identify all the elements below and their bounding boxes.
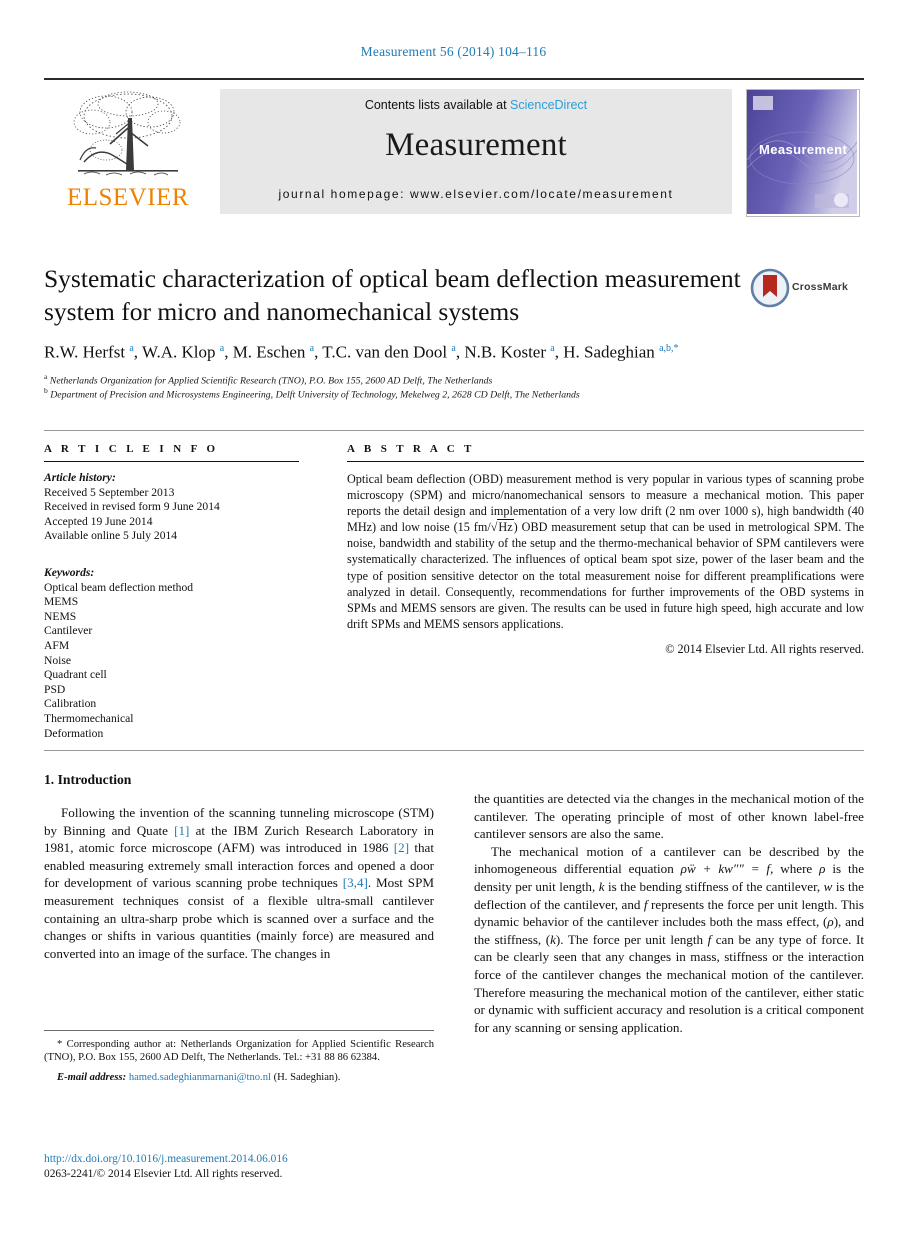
citation-ref-3[interactable]: [3,4] xyxy=(343,875,368,890)
author-list: R.W. Herfst a, W.A. Klop a, M. Eschen a,… xyxy=(44,342,679,362)
sciencedirect-link[interactable]: ScienceDirect xyxy=(510,98,587,112)
article-history-block: Article history: Received 5 September 20… xyxy=(44,471,299,544)
journal-cover-image: Measurement xyxy=(747,90,858,214)
elsevier-tree-icon xyxy=(73,91,181,176)
citation-ref-1[interactable]: [1] xyxy=(174,823,189,838)
crossmark-badge[interactable]: CrossMark xyxy=(750,268,868,308)
history-item: Accepted 19 June 2014 xyxy=(44,514,153,528)
keywords-block: Keywords: Optical beam deflection method… xyxy=(44,566,299,741)
citation-ref-2[interactable]: [2] xyxy=(394,840,409,855)
journal-homepage-link[interactable]: journal homepage: www.elsevier.com/locat… xyxy=(220,187,732,201)
crossmark-label: CrossMark xyxy=(792,281,849,293)
keyword-item: MEMS xyxy=(44,595,79,609)
corresponding-text: Corresponding author at: Netherlands Org… xyxy=(44,1039,434,1064)
abstract-part-2: ) OBD measurement setup that can be used… xyxy=(347,520,864,631)
email-label: E-mail address: xyxy=(57,1071,127,1083)
keyword-item: PSD xyxy=(44,682,66,696)
abstract-text: Optical beam deflection (OBD) measuremen… xyxy=(347,471,864,632)
eq-text-j: can be any type of force. It can be clea… xyxy=(474,931,864,1035)
eq-text-i: ). The force per unit length xyxy=(555,931,708,947)
abstract-rule xyxy=(347,461,864,462)
doi-link[interactable]: http://dx.doi.org/10.1016/j.measurement.… xyxy=(44,1152,434,1167)
corresponding-author-note: * Corresponding author at: Netherlands O… xyxy=(44,1038,434,1065)
crossmark-icon xyxy=(750,268,790,308)
keyword-item: Cantilever xyxy=(44,624,93,638)
history-item: Received 5 September 2013 xyxy=(44,485,175,499)
journal-cover-thumbnail: Measurement xyxy=(746,89,860,217)
keywords-label: Keywords: xyxy=(44,565,95,579)
eq-text-d: is the bending stiffness of the cantilev… xyxy=(604,878,824,894)
abstract-copyright: © 2014 Elsevier Ltd. All rights reserved… xyxy=(665,641,864,656)
history-item: Received in revised form 9 June 2014 xyxy=(44,500,220,514)
cantilever-equation: ρẅ + kw″″ = f xyxy=(680,861,771,877)
history-item: Available online 5 July 2014 xyxy=(44,529,178,543)
article-info-column: A R T I C L E I N F O Article history: R… xyxy=(44,443,299,741)
footnote-block: * Corresponding author at: Netherlands O… xyxy=(44,1030,434,1093)
affiliation-b-text: Department of Precision and Microsystems… xyxy=(50,389,580,401)
article-page: Measurement 56 (2014) 104–116 ELSEVIER C… xyxy=(0,0,907,1238)
info-rule xyxy=(44,461,299,462)
elsevier-wordmark: ELSEVIER xyxy=(66,184,190,211)
journal-title: Measurement xyxy=(385,127,567,163)
svg-text:Measurement: Measurement xyxy=(759,142,847,157)
intro-paragraph-2: the quantities are detected via the chan… xyxy=(474,791,864,842)
issn-copyright: 0263-2241/© 2014 Elsevier Ltd. All right… xyxy=(44,1168,283,1180)
elsevier-logo: ELSEVIER xyxy=(54,88,202,214)
intro-paragraph-3: The mechanical motion of a cantilever ca… xyxy=(474,843,864,1037)
info-abstract-section: A R T I C L E I N F O Article history: R… xyxy=(44,430,864,740)
article-info-heading: A R T I C L E I N F O xyxy=(44,443,219,455)
body-column-right: the quantities are detected via the chan… xyxy=(474,790,864,1036)
eq-text-b: , where xyxy=(770,861,820,877)
article-history-label: Article history: xyxy=(44,471,116,484)
body-column-left: 1. Introduction Following the invention … xyxy=(44,772,434,962)
doi-block: http://dx.doi.org/10.1016/j.measurement.… xyxy=(44,1152,434,1182)
keyword-item: Noise xyxy=(44,653,72,667)
keyword-item: NEMS xyxy=(44,609,77,623)
abstract-heading: A B S T R A C T xyxy=(347,443,475,455)
keyword-item: Quadrant cell xyxy=(44,668,107,682)
keyword-item: Thermomechanical xyxy=(44,711,134,725)
page-title: Systematic characterization of optical b… xyxy=(44,264,741,326)
abstract-column: A B S T R A C T Optical beam deflection … xyxy=(347,443,864,657)
contents-prefix: Contents lists available at xyxy=(364,98,511,112)
body-separator xyxy=(44,750,864,751)
contents-available-line: Contents lists available at ScienceDirec… xyxy=(220,98,732,112)
email-suffix: (H. Sadeghian). xyxy=(270,1071,341,1083)
email-link[interactable]: hamed.sadeghianmarnani@tno.nl xyxy=(129,1072,271,1083)
keyword-item: Optical beam deflection method xyxy=(44,580,194,594)
keyword-item: Deformation xyxy=(44,726,104,740)
email-note: E-mail address: hamed.sadeghianmarnani@t… xyxy=(44,1072,434,1083)
sqrt-icon: √Hz xyxy=(490,519,514,535)
keyword-item: Calibration xyxy=(44,697,97,711)
masthead-banner: Contents lists available at ScienceDirec… xyxy=(220,89,732,214)
sqrt-radicand: Hz xyxy=(497,519,514,535)
keyword-item: AFM xyxy=(44,638,70,652)
running-head: Measurement 56 (2014) 104–116 xyxy=(360,44,547,59)
section-title-introduction: 1. Introduction xyxy=(44,772,132,787)
journal-masthead: ELSEVIER Contents lists available at Sci… xyxy=(44,78,864,220)
affiliation-b: b Department of Precision and Microsyste… xyxy=(44,386,580,401)
intro-paragraph-1: Following the invention of the scanning … xyxy=(44,804,434,962)
